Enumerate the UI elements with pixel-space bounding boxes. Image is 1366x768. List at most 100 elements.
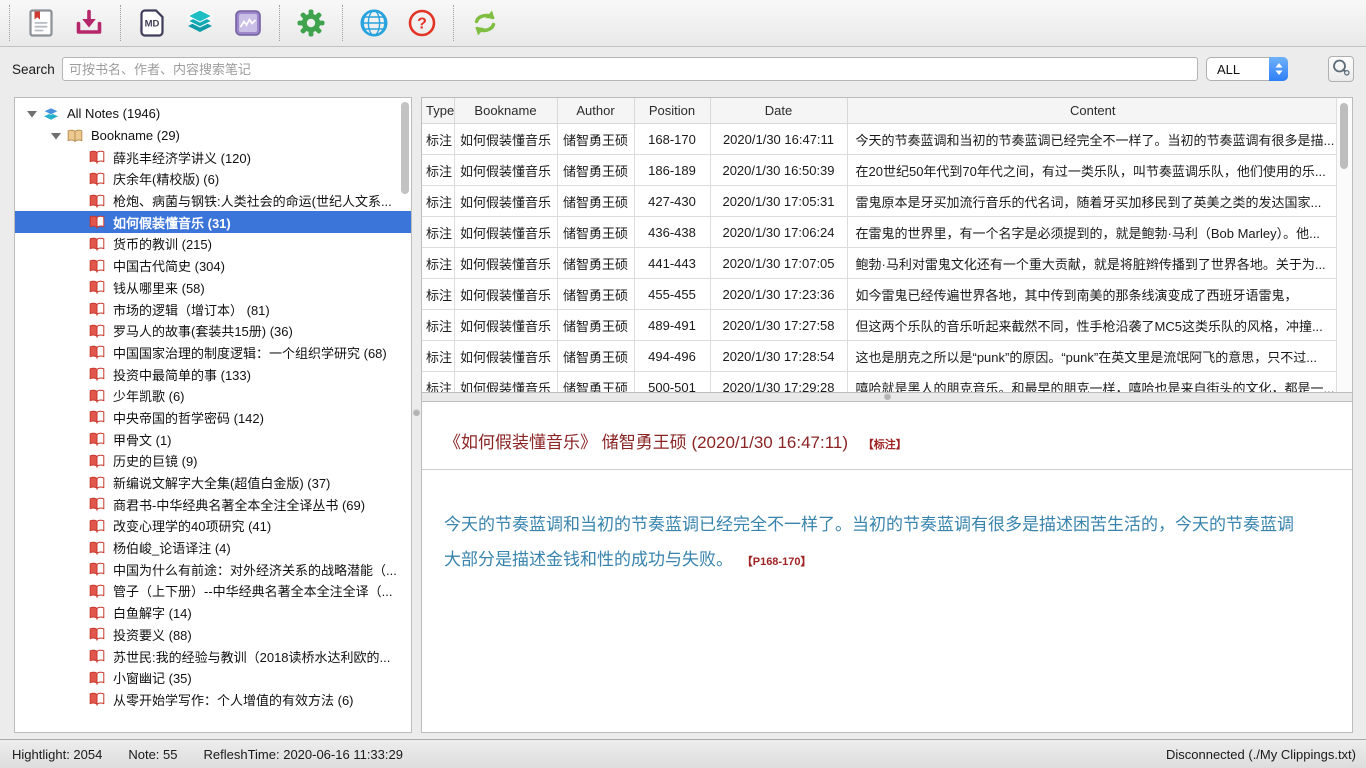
tree-item-label: 枪炮、病菌与钢铁:人类社会的命运(世纪人文系... xyxy=(113,191,392,210)
book-red-icon xyxy=(89,410,106,424)
notes-table-panel: TypeBooknameAuthorPositionDateContent标注如… xyxy=(421,97,1353,393)
book-tree-panel: All Notes (1946)Bookname (29)薛兆丰经济学讲义 (1… xyxy=(14,97,412,733)
tree-item[interactable]: 投资要义 (88) xyxy=(15,624,411,646)
search-button[interactable] xyxy=(1328,56,1354,82)
note-position-badge: 【P168-170】 xyxy=(742,556,812,568)
status-connection: Disconnected (./My Clippings.txt) xyxy=(1166,747,1356,762)
cell-date: 2020/1/30 17:29:28 xyxy=(710,372,847,394)
vertical-splitter[interactable] xyxy=(412,97,421,733)
tree-item[interactable]: 杨伯峻_论语译注 (4) xyxy=(15,537,411,559)
table-scrollbar[interactable] xyxy=(1336,98,1352,392)
table-row[interactable]: 标注如何假装懂音乐储智勇王硕186-1892020/1/30 16:50:39在… xyxy=(422,155,1339,186)
disclosure-triangle-icon[interactable] xyxy=(51,132,67,140)
cell-content: 雷鬼原本是牙买加流行音乐的代名词，随着牙买加移民到了英美之类的发达国家... xyxy=(847,186,1339,217)
tree-item[interactable]: 薛兆丰经济学讲义 (120) xyxy=(15,146,411,168)
tree-item[interactable]: 改变心理学的40项研究 (41) xyxy=(15,515,411,537)
settings-gear-icon[interactable] xyxy=(294,6,328,40)
book-red-icon xyxy=(89,237,106,251)
layers-icon[interactable] xyxy=(183,6,217,40)
cell-type: 标注 xyxy=(422,124,454,155)
sidebar-scrollbar[interactable] xyxy=(401,102,409,194)
cell-content: 在雷鬼的世界里，有一个名字是必须提到的，就是鲍勃·马利（Bob Marley）。… xyxy=(847,217,1339,248)
globe-icon[interactable] xyxy=(357,6,391,40)
horizontal-splitter[interactable] xyxy=(421,393,1353,401)
cell-type: 标注 xyxy=(422,155,454,186)
tree-item-label: 商君书-中华经典名著全本全注全译丛书 (69) xyxy=(113,495,365,514)
markdown-export-icon[interactable]: MD xyxy=(135,6,169,40)
tree-item-label: 钱从哪里来 (58) xyxy=(113,278,205,297)
import-icon[interactable] xyxy=(72,6,106,40)
tree-item[interactable]: 少年凯歌 (6) xyxy=(15,385,411,407)
tree-item[interactable]: 枪炮、病菌与钢铁:人类社会的命运(世纪人文系... xyxy=(15,190,411,212)
tree-item[interactable]: 小窗幽记 (35) xyxy=(15,667,411,689)
column-header-content[interactable]: Content xyxy=(847,98,1339,124)
tree-item[interactable]: 苏世民:我的经验与教训（2018读桥水达利欧的... xyxy=(15,645,411,667)
table-row[interactable]: 标注如何假装懂音乐储智勇王硕500-5012020/1/30 17:29:28嘻… xyxy=(422,372,1339,394)
search-input[interactable] xyxy=(62,57,1198,81)
tree-item-selected[interactable]: 如何假装懂音乐 (31) xyxy=(15,211,411,233)
cell-position: 489-491 xyxy=(634,310,710,341)
magnifier-icon xyxy=(1331,58,1351,81)
table-row[interactable]: 标注如何假装懂音乐储智勇王硕441-4432020/1/30 17:07:05鲍… xyxy=(422,248,1339,279)
cell-author: 储智勇王硕 xyxy=(557,186,634,217)
table-row[interactable]: 标注如何假装懂音乐储智勇王硕455-4552020/1/30 17:23:36如… xyxy=(422,279,1339,310)
table-scrollbar-thumb[interactable] xyxy=(1340,103,1348,169)
tree-item[interactable]: 中国为什么有前途：对外经济关系的战略潜能（... xyxy=(15,558,411,580)
cell-bookname: 如何假装懂音乐 xyxy=(454,279,557,310)
cell-author: 储智勇王硕 xyxy=(557,372,634,394)
book-red-icon xyxy=(89,389,106,403)
tree-item-label: 投资中最简单的事 (133) xyxy=(113,365,251,384)
clippings-icon[interactable] xyxy=(24,6,58,40)
column-header-position[interactable]: Position xyxy=(634,98,710,124)
status-note-count: Note: 55 xyxy=(128,747,177,762)
help-icon[interactable]: ? xyxy=(405,6,439,40)
tree-item[interactable]: 白鱼解字 (14) xyxy=(15,602,411,624)
tree-item[interactable]: 钱从哪里来 (58) xyxy=(15,277,411,299)
tree-item-label: 市场的逻辑（增订本） (81) xyxy=(113,300,270,319)
column-header-bookname[interactable]: Bookname xyxy=(454,98,557,124)
tree-item[interactable]: 新编说文解字大全集(超值白金版) (37) xyxy=(15,472,411,494)
tree-item-label: 中央帝国的哲学密码 (142) xyxy=(113,408,264,427)
tree-item[interactable]: 商君书-中华经典名著全本全注全译丛书 (69) xyxy=(15,493,411,515)
table-row[interactable]: 标注如何假装懂音乐储智勇王硕494-4962020/1/30 17:28:54这… xyxy=(422,341,1339,372)
tree-item[interactable]: All Notes (1946) xyxy=(15,103,411,125)
status-highlight-count: Hightlight: 2054 xyxy=(12,747,102,762)
book-red-icon xyxy=(89,497,106,511)
book-tree: All Notes (1946)Bookname (29)薛兆丰经济学讲义 (1… xyxy=(15,98,411,710)
tree-item[interactable]: 罗马人的故事(套装共15册) (36) xyxy=(15,320,411,342)
column-header-author[interactable]: Author xyxy=(557,98,634,124)
tree-item-label: 薛兆丰经济学讲义 (120) xyxy=(113,148,251,167)
toolbar: MD? xyxy=(0,0,1366,47)
tree-item[interactable]: Bookname (29) xyxy=(15,125,411,147)
tree-item[interactable]: 历史的巨镜 (9) xyxy=(15,450,411,472)
tree-item[interactable]: 中央帝国的哲学密码 (142) xyxy=(15,407,411,429)
column-header-date[interactable]: Date xyxy=(710,98,847,124)
tree-item[interactable]: 甲骨文 (1) xyxy=(15,428,411,450)
cell-bookname: 如何假装懂音乐 xyxy=(454,248,557,279)
book-red-icon xyxy=(89,671,106,685)
cell-author: 储智勇王硕 xyxy=(557,310,634,341)
cell-content: 嘻哈就是黑人的朋克音乐。和最早的朋克一样，嘻哈也是来自街头的文化，都是一... xyxy=(847,372,1339,394)
table-row[interactable]: 标注如何假装懂音乐储智勇王硕427-4302020/1/30 17:05:31雷… xyxy=(422,186,1339,217)
tree-item-label: 如何假装懂音乐 (31) xyxy=(113,213,231,232)
tree-item[interactable]: 庆余年(精校版) (6) xyxy=(15,168,411,190)
tree-item[interactable]: 市场的逻辑（增订本） (81) xyxy=(15,298,411,320)
tree-item[interactable]: 管子（上下册）--中华经典名著全本全注全译（... xyxy=(15,580,411,602)
tree-item[interactable]: 从零开始学写作：个人增值的有效方法 (6) xyxy=(15,689,411,711)
cell-position: 427-430 xyxy=(634,186,710,217)
disclosure-triangle-icon[interactable] xyxy=(27,110,43,118)
table-row[interactable]: 标注如何假装懂音乐储智勇王硕436-4382020/1/30 17:06:24在… xyxy=(422,217,1339,248)
column-header-type[interactable]: Type xyxy=(422,98,454,124)
tree-item[interactable]: 中国国家治理的制度逻辑：一个组织学研究 (68) xyxy=(15,342,411,364)
filter-dropdown[interactable]: ALL xyxy=(1206,57,1288,81)
tree-item-label: 中国古代简史 (304) xyxy=(113,256,225,275)
stats-icon[interactable] xyxy=(231,6,265,40)
tree-item[interactable]: 中国古代简史 (304) xyxy=(15,255,411,277)
tree-item[interactable]: 投资中最简单的事 (133) xyxy=(15,363,411,385)
table-row[interactable]: 标注如何假装懂音乐储智勇王硕489-4912020/1/30 17:27:58但… xyxy=(422,310,1339,341)
cell-bookname: 如何假装懂音乐 xyxy=(454,372,557,394)
tree-item[interactable]: 货币的教训 (215) xyxy=(15,233,411,255)
sync-refresh-icon[interactable] xyxy=(468,6,502,40)
tree-item-label: 投资要义 (88) xyxy=(113,625,192,644)
table-row[interactable]: 标注如何假装懂音乐储智勇王硕168-1702020/1/30 16:47:11今… xyxy=(422,124,1339,155)
